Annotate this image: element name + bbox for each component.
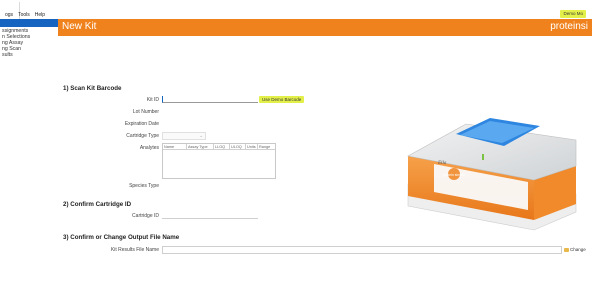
app-window: ogs Tools Help Demo Mo ssignments n Sele… — [0, 0, 592, 306]
cartridge-type-label: Cartridge Type — [126, 133, 159, 139]
column-header-units[interactable]: Units — [246, 144, 258, 149]
folder-icon — [564, 248, 569, 252]
analytes-table[interactable]: Name Assay Type LLOQ ULOQ Units Range — [162, 143, 276, 179]
analytes-table-header: Name Assay Type LLOQ ULOQ Units Range — [163, 144, 275, 150]
page-header: New Kit proteinsi — [58, 19, 592, 36]
menu-item-tools[interactable]: Tools — [18, 12, 30, 18]
lot-number-label: Lot Number — [132, 109, 159, 115]
cartridge-id-label: Cartridge ID — [132, 213, 159, 219]
kit-results-file-name-input[interactable] — [162, 246, 562, 254]
expiration-date-label: Expiration Date — [124, 121, 159, 127]
analytes-label: Analytes — [139, 145, 159, 151]
column-header-name[interactable]: Name — [163, 144, 187, 149]
sidebar: ssignments n Selections ng Assay ng Scan… — [0, 19, 58, 306]
sidebar-item-results[interactable]: sults — [2, 52, 30, 58]
demo-mode-badge: Demo Mo — [560, 10, 586, 18]
section-output-title: 3) Confirm or Change Output File Name — [63, 234, 180, 241]
device-brand-text: Ella — [437, 161, 447, 166]
chevron-down-icon: ⌄ — [199, 133, 203, 138]
kit-results-file-name-label: Kit Results File Name — [110, 247, 159, 253]
change-button-label: Change — [570, 247, 586, 252]
ella-instrument-image: protein simple Ella — [407, 118, 577, 231]
menu-bar: ogs Tools Help — [0, 10, 592, 19]
kit-id-label: Kit ID — [146, 97, 159, 103]
column-header-assay-type[interactable]: Assay Type — [187, 144, 214, 149]
device-panel-logo: protein simple — [443, 173, 465, 177]
menu-item-logs[interactable]: ogs — [5, 12, 13, 18]
cartridge-type-select[interactable]: ⌄ — [162, 132, 206, 140]
cartridge-id-field[interactable] — [162, 212, 258, 219]
brand-logo-text: proteinsi — [550, 21, 588, 32]
change-button[interactable]: Change — [564, 246, 586, 254]
column-header-range[interactable]: Range — [258, 144, 275, 149]
section-confirm-cartridge-title: 2) Confirm Cartridge ID — [63, 201, 132, 208]
page-title: New Kit — [62, 21, 97, 32]
species-type-label: Species Type — [129, 183, 159, 189]
kit-id-input[interactable] — [162, 96, 258, 103]
menu-item-help[interactable]: Help — [35, 12, 45, 18]
use-demo-barcode-button[interactable]: Use Demo Barcode — [259, 96, 305, 103]
sidebar-item-new-kit-active[interactable] — [0, 19, 58, 27]
sidebar-list: ssignments n Selections ng Assay ng Scan… — [2, 28, 30, 58]
column-header-uloq[interactable]: ULOQ — [230, 144, 246, 149]
section-scan-title: 1) Scan Kit Barcode — [63, 85, 122, 92]
column-header-lloq[interactable]: LLOQ — [214, 144, 230, 149]
